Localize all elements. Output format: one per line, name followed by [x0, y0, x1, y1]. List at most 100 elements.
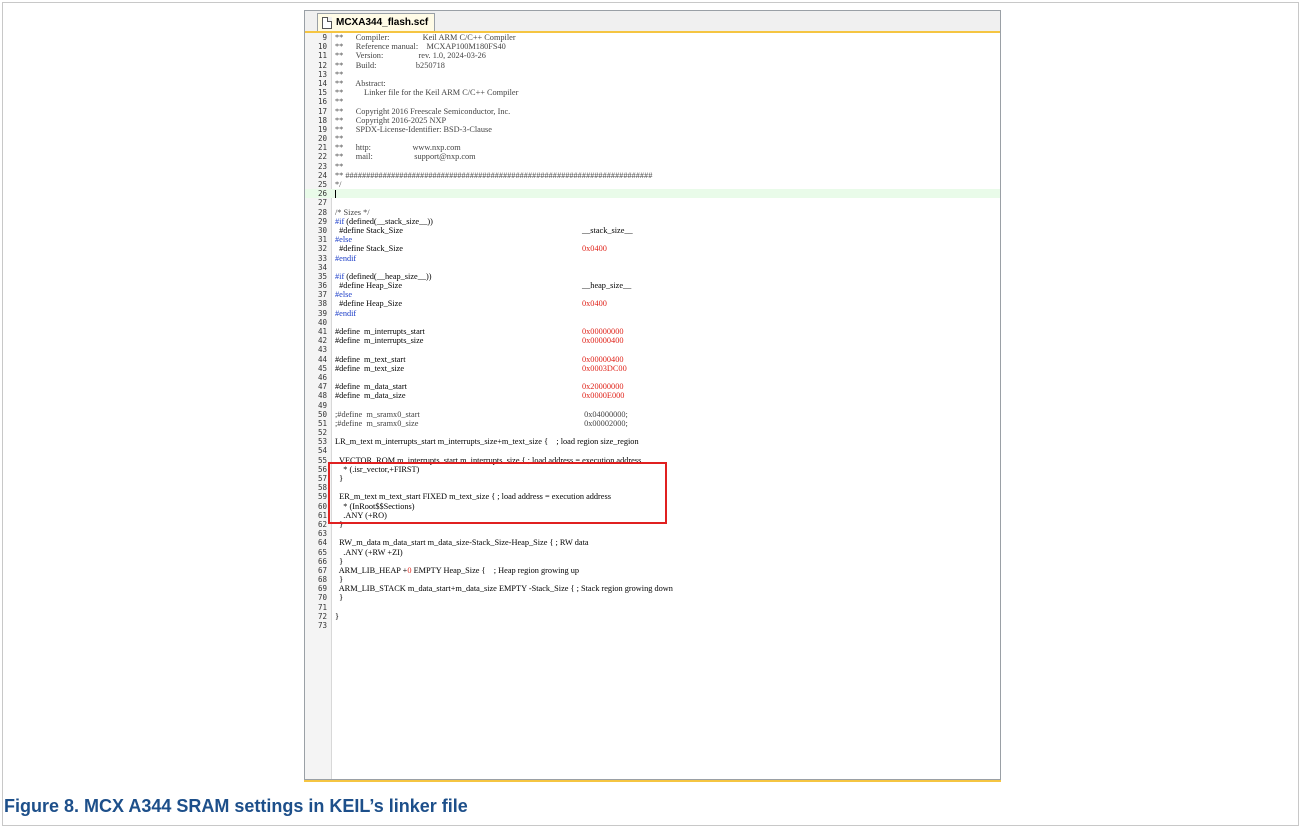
- line-number: 45: [317, 363, 327, 373]
- line-number: 58: [317, 483, 327, 493]
- code-line: 73: [305, 621, 1000, 630]
- code-line: 27: [305, 198, 1000, 207]
- code-text: #endif: [335, 253, 357, 263]
- line-number: 22: [317, 152, 327, 162]
- line-number: 35: [317, 271, 327, 281]
- code-line: 67 ARM_LIB_HEAP +0 EMPTY Heap_Size { ; H…: [305, 566, 1000, 575]
- code-text: **: [335, 134, 344, 144]
- line-number: 44: [317, 354, 327, 364]
- code-line: 44 #define m_text_start 0x00000400: [305, 355, 1000, 364]
- code-text: ARM_LIB_HEAP +0 EMPTY Heap_Size { ; Heap…: [335, 566, 579, 575]
- code-text-part: EMPTY Heap_Size { ; Heap region growing …: [411, 565, 580, 575]
- define-value: __stack_size__: [582, 225, 633, 235]
- preprocessor-keyword: #if: [335, 271, 345, 281]
- file-tab[interactable]: MCXA344_flash.scf: [317, 13, 436, 31]
- code-line: 11 ** Version: rev. 1.0, 2024-03-26: [305, 51, 1000, 60]
- document-icon: [322, 16, 332, 29]
- code-text: #define m_interrupts_start: [335, 327, 425, 336]
- line-number: 31: [317, 235, 327, 245]
- line-number: 52: [317, 428, 327, 438]
- code-text: }: [335, 593, 344, 603]
- line-number: 43: [317, 345, 327, 355]
- code-line: 15 ** Linker file for the Keil ARM C/C++ …: [305, 88, 1000, 97]
- line-number: 18: [317, 115, 327, 125]
- code-text-rest: (defined(__heap_size__)): [344, 271, 432, 281]
- code-line: 25 */: [305, 180, 1000, 189]
- line-number: 50: [317, 409, 327, 419]
- code-text: **: [335, 161, 344, 171]
- line-number: 24: [317, 170, 327, 180]
- code-text: #define Stack_Size: [335, 244, 403, 254]
- code-line: 20 **: [305, 134, 1000, 143]
- line-number: 29: [317, 216, 327, 226]
- define-value: 0x00000400: [582, 336, 624, 346]
- line-number: 49: [317, 400, 327, 410]
- code-text: **: [335, 97, 344, 107]
- code-editor-window: MCXA344_flash.scf 9 ** Compiler: Keil ARM…: [304, 10, 1001, 780]
- code-line: 16 **: [305, 97, 1000, 106]
- define-value: __heap_size__: [582, 281, 632, 291]
- code-line: 36 #define Heap_Size __heap_size__: [305, 281, 1000, 290]
- line-number: 46: [317, 372, 327, 382]
- code-line: 30 #define Stack_Size __stack_size__: [305, 226, 1000, 235]
- code-line: 10 ** Reference manual: MCXAP100M180FS40: [305, 42, 1000, 51]
- code-text: ** Version: rev. 1.0, 2024-03-26: [335, 51, 486, 61]
- define-value: 0x00000000: [582, 327, 624, 336]
- code-text: [335, 189, 336, 199]
- code-line: 40: [305, 318, 1000, 327]
- code-line: 39 #endif: [305, 309, 1000, 318]
- code-line: 13 **: [305, 70, 1000, 79]
- code-line: 72}: [305, 612, 1000, 621]
- define-value: 0x00002000;: [582, 418, 628, 428]
- line-number: 20: [317, 134, 327, 144]
- code-line: 18 ** Copyright 2016-2025 NXP: [305, 116, 1000, 125]
- code-line: 45 #define m_text_size 0x0003DC00: [305, 364, 1000, 373]
- code-text: LR_m_text m_interrupts_start m_interrupt…: [335, 437, 639, 447]
- line-number: 15: [317, 88, 327, 98]
- code-line: 52: [305, 428, 1000, 437]
- code-text: ** Build: b250718: [335, 60, 445, 70]
- line-number: 57: [317, 474, 327, 483]
- code-text: #if (defined(__heap_size__)): [335, 272, 432, 281]
- code-line: 63: [305, 529, 1000, 538]
- code-text: ;#define m_sramx0_size: [335, 418, 419, 428]
- line-number: 64: [317, 538, 327, 548]
- code-line: 31 #else: [305, 235, 1000, 244]
- line-number: 51: [317, 418, 327, 428]
- line-number: 71: [317, 602, 327, 612]
- line-number: 72: [317, 611, 327, 621]
- line-number: 19: [317, 124, 327, 134]
- code-text: #define m_data_start: [335, 382, 407, 392]
- code-line: 50 ;#define m_sramx0_start 0x04000000;: [305, 410, 1000, 419]
- code-line: 22 ** mail: support@nxp.com: [305, 152, 1000, 161]
- line-number: 55: [317, 455, 327, 465]
- code-line: 38 #define Heap_Size 0x0400: [305, 299, 1000, 308]
- code-text: **: [335, 69, 344, 79]
- code-text: ** Linker file for the Keil ARM C/C++ Co…: [335, 88, 519, 98]
- code-text: ** SPDX-License-Identifier: BSD-3-Clause: [335, 124, 492, 134]
- code-text: #define m_interrupts_size: [335, 336, 424, 346]
- code-text: ** http: www.nxp.com: [335, 143, 461, 153]
- code-line: 9 ** Compiler: Keil ARM C/C++ Compiler: [305, 33, 1000, 42]
- code-line: 14 ** Abstract:: [305, 79, 1000, 88]
- code-line: 41 #define m_interrupts_start 0x00000000: [305, 327, 1000, 336]
- line-number: 14: [317, 78, 327, 88]
- code-line: 32 #define Stack_Size 0x0400: [305, 244, 1000, 253]
- define-value: 0x04000000;: [582, 409, 628, 419]
- define-value: 0x0000E000: [582, 391, 625, 401]
- define-value: 0x0400: [582, 299, 607, 309]
- code-area[interactable]: 9 ** Compiler: Keil ARM C/C++ Compiler 10 *…: [305, 33, 1000, 630]
- line-number: 70: [317, 593, 327, 603]
- code-text: ** mail: support@nxp.com: [335, 152, 476, 162]
- line-number: 37: [317, 290, 327, 300]
- line-number: 13: [317, 69, 327, 79]
- line-number: 17: [317, 106, 327, 116]
- line-number: 68: [317, 575, 327, 585]
- line-number: 65: [317, 547, 327, 557]
- line-number: 69: [317, 584, 327, 594]
- code-line: 47 #define m_data_start 0x20000000: [305, 382, 1000, 391]
- code-line: 42 #define m_interrupts_size 0x00000400: [305, 336, 1000, 345]
- code-line: 17 ** Copyright 2016 Freescale Semiconduc…: [305, 107, 1000, 116]
- line-number: 16: [317, 97, 327, 107]
- line-number: 21: [317, 143, 327, 153]
